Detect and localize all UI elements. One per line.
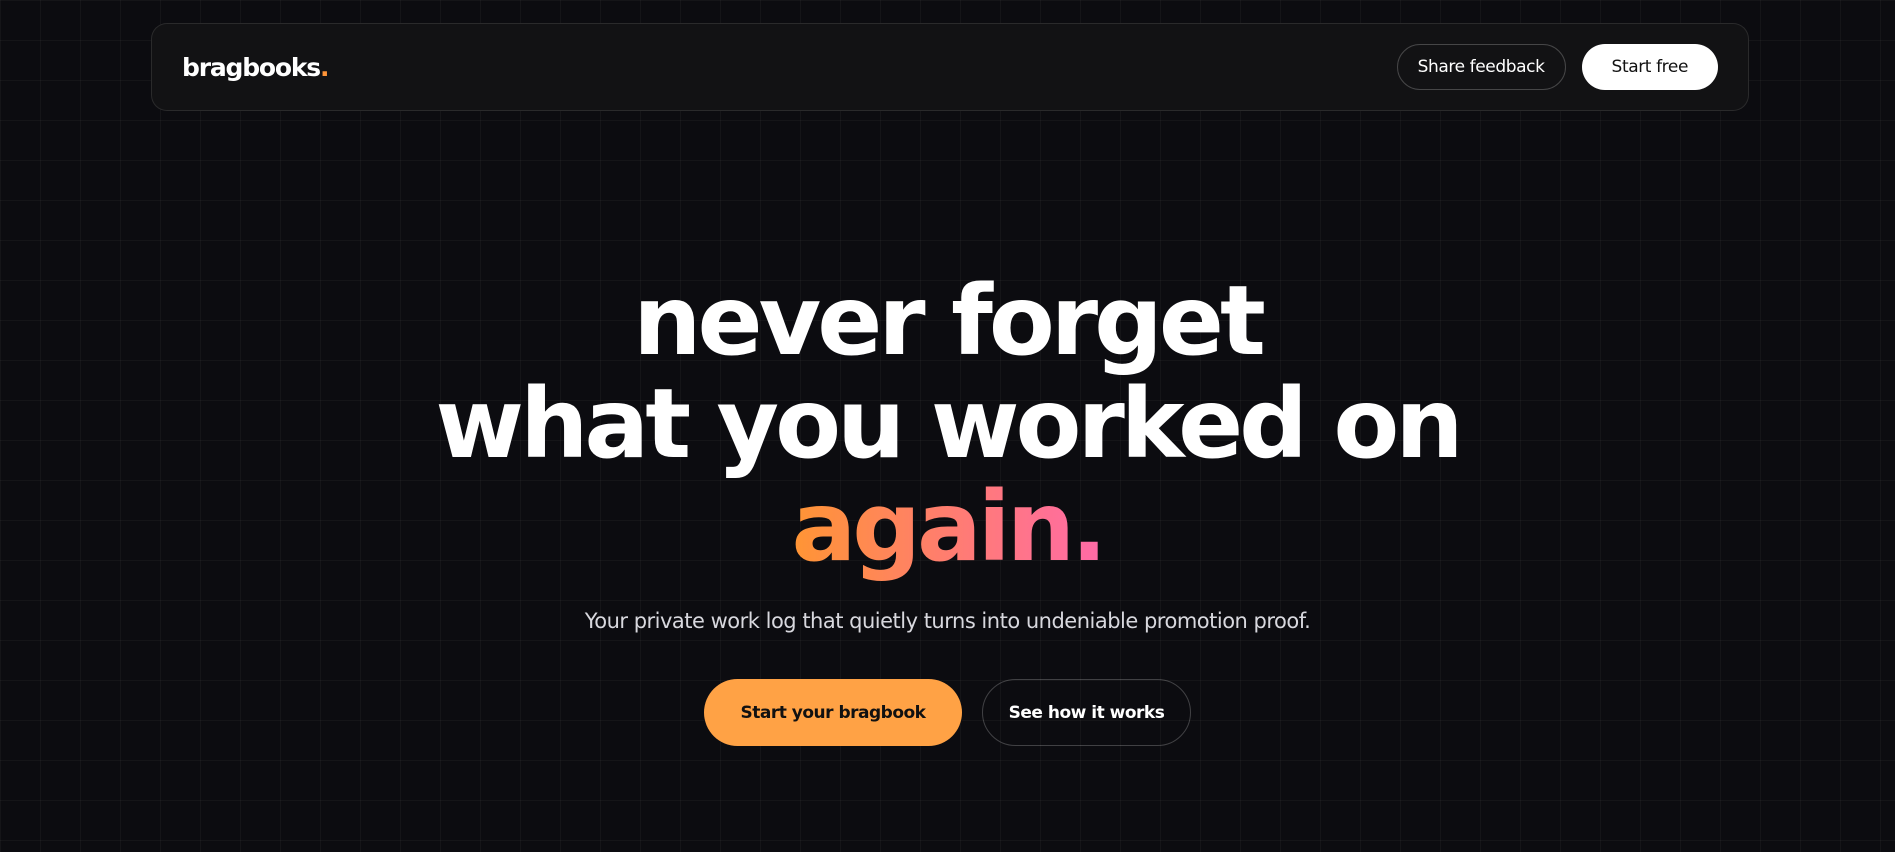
top-navbar: bragbooks. Share feedback Start free: [151, 23, 1749, 111]
headline-line-1: never forget: [633, 265, 1266, 377]
headline-line-2: what you worked on: [435, 368, 1463, 480]
brand-logo-text: bragbooks: [182, 52, 321, 82]
share-feedback-button[interactable]: Share feedback: [1396, 44, 1566, 90]
start-free-button[interactable]: Start free: [1581, 44, 1718, 90]
brand-logo[interactable]: bragbooks.: [182, 52, 330, 82]
see-how-it-works-button[interactable]: See how it works: [982, 679, 1191, 746]
hero-subtitle: Your private work log that quietly turns…: [584, 609, 1311, 633]
brand-logo-dot: .: [319, 52, 330, 82]
cta-row: Start your bragbook See how it works: [0, 679, 1895, 746]
headline-accent-line: again.: [0, 476, 1895, 579]
hero-headline: never forget what you worked on again.: [0, 270, 1895, 579]
hero-section: never forget what you worked on again. Y…: [0, 270, 1895, 746]
start-your-bragbook-button[interactable]: Start your bragbook: [704, 679, 962, 746]
nav-actions: Share feedback Start free: [1396, 44, 1718, 90]
headline-accent-word: again.: [791, 471, 1108, 583]
